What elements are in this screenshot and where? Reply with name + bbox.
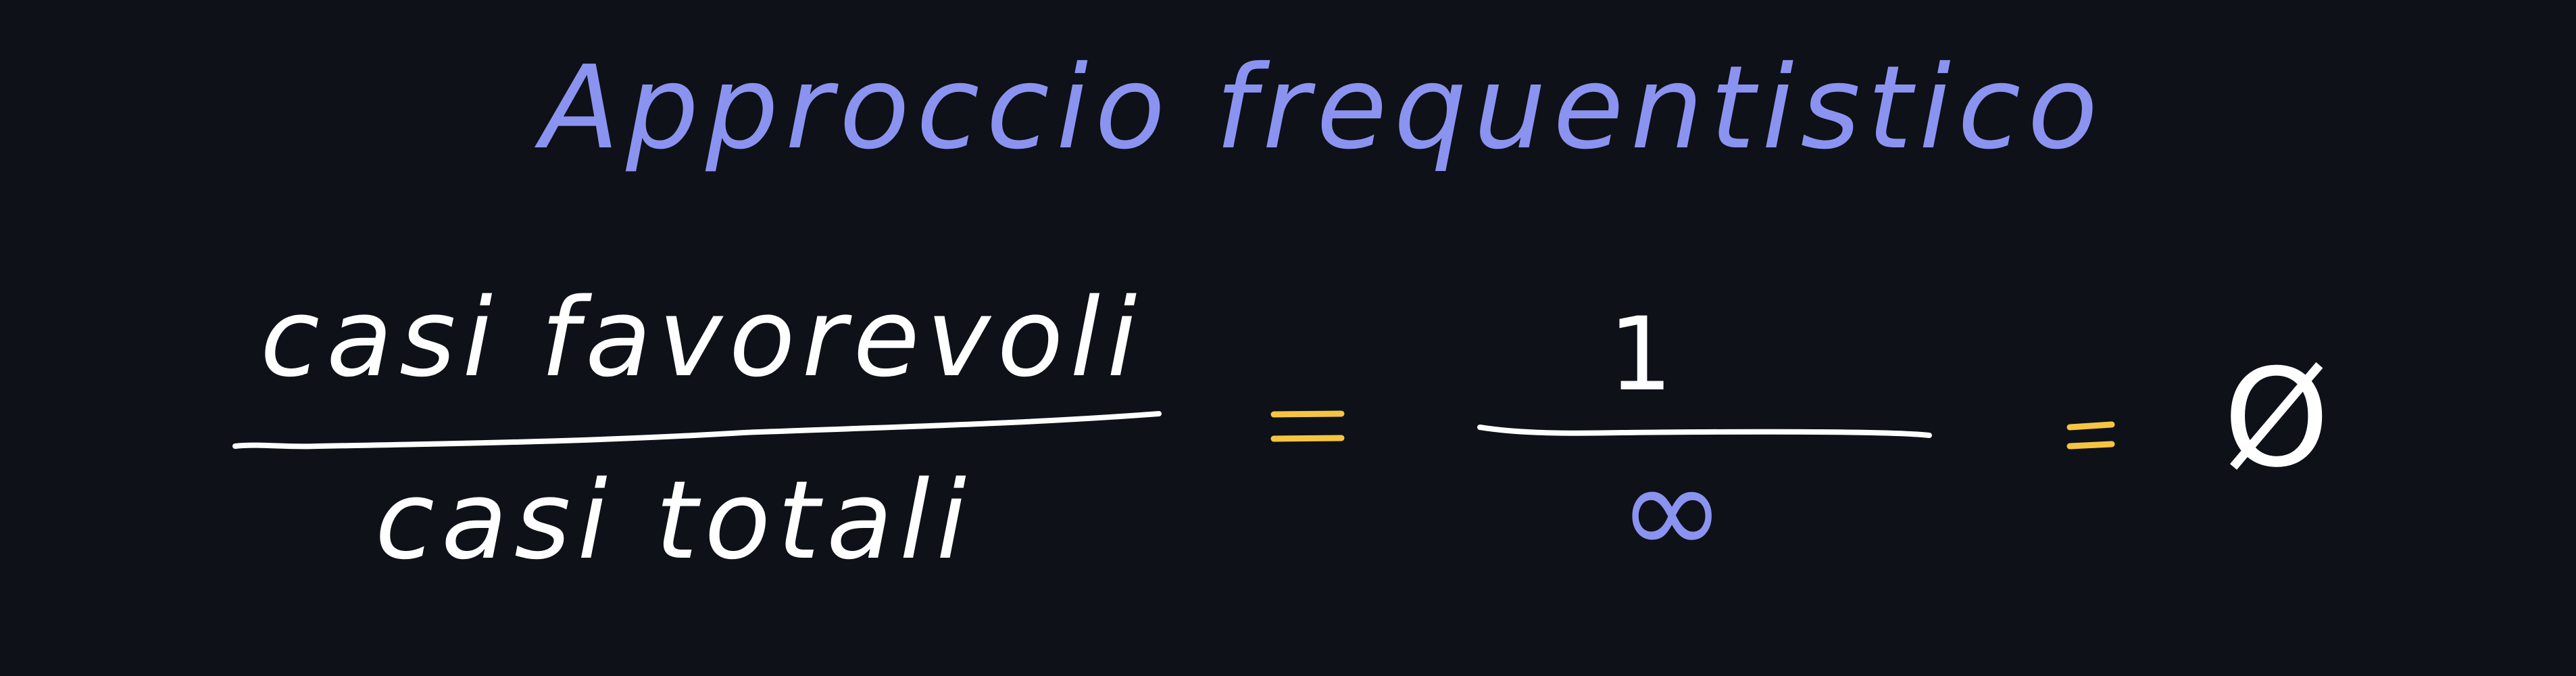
rhs-fraction-bar — [1477, 425, 1932, 438]
equals-sign — [1270, 410, 1345, 442]
whiteboard-canvas: Approccio frequentistico casi favorevoli… — [0, 0, 2576, 676]
handwritten-strokes — [232, 410, 2115, 450]
fraction-bar — [232, 411, 1162, 450]
equals-sign-2 — [2066, 421, 2115, 450]
